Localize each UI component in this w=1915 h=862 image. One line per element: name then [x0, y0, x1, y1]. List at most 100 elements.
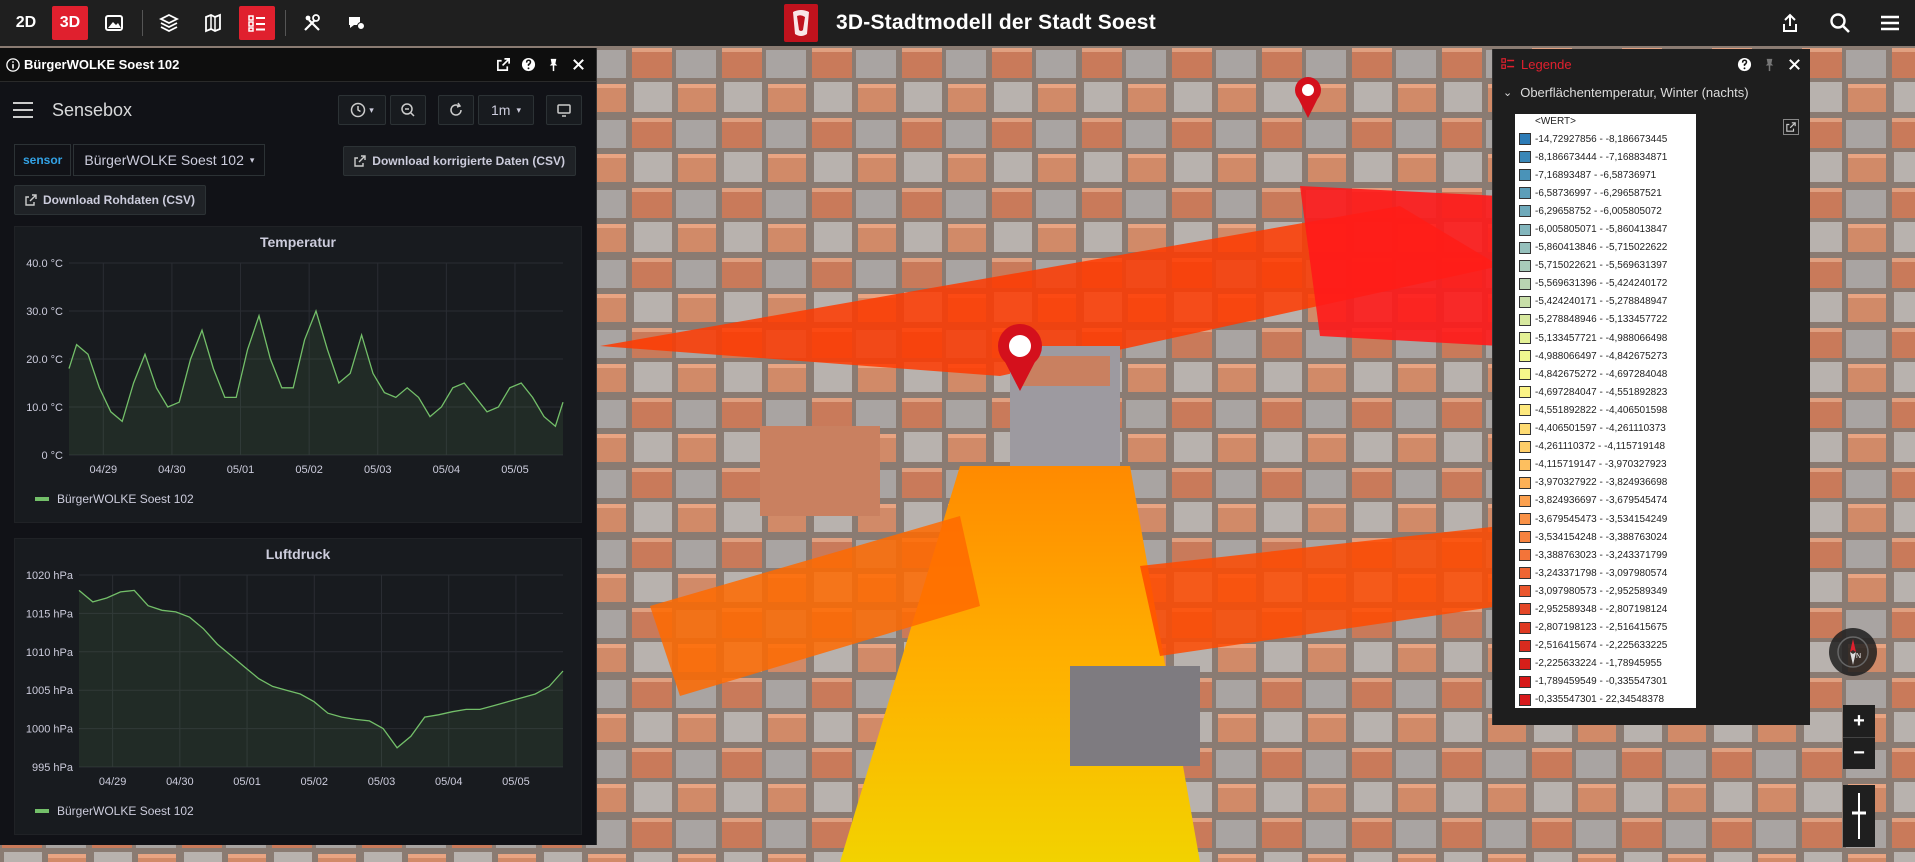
legend-item: -2,225633224 - -1,78945955: [1515, 655, 1696, 673]
compass-control[interactable]: N: [1829, 628, 1877, 676]
legend-item: -2,516415674 - -2,225633225: [1515, 637, 1696, 655]
legend-color-swatch: [1519, 639, 1531, 652]
heat-area-east: [1300, 186, 1500, 346]
refresh-interval-value: 1m: [491, 102, 511, 118]
legend-color-swatch: [1519, 386, 1531, 399]
x-tick-label: 04/30: [158, 464, 186, 476]
legend-header: Legende: [1493, 49, 1810, 79]
legend-color-swatch: [1519, 241, 1531, 254]
variables-bar: sensor BürgerWOLKE Soest 102 ▾ Download …: [0, 138, 596, 182]
pin-icon[interactable]: [1762, 57, 1777, 72]
slider-handle-icon: [1852, 793, 1866, 839]
variable-label: sensor: [14, 144, 72, 176]
legend-color-swatch: [1519, 259, 1531, 272]
temperature-legend[interactable]: BürgerWOLKE Soest 102: [15, 492, 581, 506]
refresh-interval-select[interactable]: 1m ▾: [478, 95, 534, 125]
top-toolbar: 2D 3D 3D-Stadtmodell der Stadt Soest: [0, 0, 1915, 46]
legend-item: -5,860413846 - -5,715022622: [1515, 239, 1696, 257]
pressure-chart[interactable]: 995 hPa 1000 hPa 1005 hPa 1010 hPa 1015 hPa 1…: [15, 567, 581, 799]
legend-item-label: -2,516415674 - -2,225633225: [1535, 640, 1668, 652]
legend-item-label: -7,16893487 - -6,58736971: [1535, 169, 1657, 181]
legend-color-swatch: [1519, 693, 1531, 706]
zoom-out-button[interactable]: [390, 95, 426, 125]
legend-item: -6,005805071 - -5,860413847: [1515, 220, 1696, 238]
tools-icon[interactable]: [294, 6, 330, 40]
3d-mode-button[interactable]: 3D: [52, 6, 88, 40]
legend-color-swatch: [1519, 350, 1531, 363]
sensor-select[interactable]: BürgerWOLKE Soest 102 ▾: [73, 144, 266, 176]
legend-item-label: -3,388763023 - -3,243371799: [1535, 549, 1668, 561]
legend-toggle-icon[interactable]: [239, 6, 275, 40]
close-icon[interactable]: [1787, 57, 1802, 72]
tv-mode-button[interactable]: [546, 95, 582, 125]
zoom-out-icon: [401, 103, 415, 117]
download-raw-button[interactable]: Download Rohdaten (CSV): [14, 185, 206, 215]
window-title: BürgerWOLKE Soest 102: [24, 57, 180, 72]
legend-item-label: -14,72927856 - -8,186673445: [1535, 133, 1668, 145]
help-icon[interactable]: [1737, 57, 1752, 72]
legend-icon: [1501, 58, 1515, 69]
refresh-button[interactable]: [438, 95, 474, 125]
legend-item-label: -2,807198123 - -2,516415675: [1535, 622, 1668, 634]
soest-logo: [784, 4, 818, 42]
legend-item: -5,133457721 - -4,988066498: [1515, 329, 1696, 347]
pin-icon[interactable]: [546, 57, 561, 72]
map-theme-icon[interactable]: [195, 6, 231, 40]
download-corrected-label: Download korrigierte Daten (CSV): [372, 154, 565, 168]
chevron-down-icon: ▾: [369, 104, 374, 115]
search-icon[interactable]: [1815, 0, 1865, 46]
zoom-in-button[interactable]: +: [1843, 705, 1875, 737]
legend-item: -6,29658752 - -6,005805072: [1515, 202, 1696, 220]
info-icon: [6, 57, 20, 72]
close-icon[interactable]: [571, 57, 586, 72]
download-corrected-button[interactable]: Download korrigierte Daten (CSV): [343, 146, 576, 176]
pressure-legend[interactable]: BürgerWOLKE Soest 102: [15, 804, 581, 818]
legend-item: -5,424240171 - -5,278848947: [1515, 293, 1696, 311]
external-link-icon: [1786, 122, 1796, 132]
app-title: 3D-Stadtmodell der Stadt Soest: [836, 11, 1156, 34]
chevron-down-icon: ⌄: [1503, 86, 1513, 99]
2d-mode-button[interactable]: 2D: [8, 6, 44, 40]
legend-item-label: -5,860413846 - -5,715022622: [1535, 242, 1668, 254]
temperature-panel: Temperatur 0 °C 10.0 °C 20.0 °C 30.0 °C 40.0…: [14, 226, 582, 523]
legend-color-swatch: [1519, 151, 1531, 164]
legend-items: -14,72927856 - -8,186673445 -8,186673444 …: [1515, 130, 1696, 709]
legend-color-swatch: [1519, 205, 1531, 218]
legend-color-swatch: [1519, 585, 1531, 598]
download-raw-label: Download Rohdaten (CSV): [43, 193, 195, 207]
legend-item-label: -6,005805071 - -5,860413847: [1535, 224, 1668, 236]
toolbar-divider: [285, 10, 286, 36]
y-tick-label: 40.0 °C: [26, 258, 63, 270]
x-tick-label: 05/05: [501, 464, 529, 476]
legend-item: -4,115719147 - -3,970327923: [1515, 456, 1696, 474]
image-icon[interactable]: [96, 6, 132, 40]
feedback-icon[interactable]: [338, 6, 374, 40]
legend-color-swatch: [1519, 368, 1531, 381]
layers-icon[interactable]: [151, 6, 187, 40]
legend-item-label: -5,569631396 - -5,424240172: [1535, 278, 1668, 290]
temperature-chart[interactable]: 0 °C 10.0 °C 20.0 °C 30.0 °C 40.0 °C 04/29 04/…: [15, 255, 581, 487]
legend-swatch: [35, 497, 49, 501]
external-link-icon[interactable]: [496, 57, 511, 72]
legend-item: -1,789459549 - -0,335547301: [1515, 673, 1696, 691]
legend-color-swatch: [1519, 675, 1531, 688]
y-tick-label: 1015 hPa: [26, 608, 74, 620]
legend-color-swatch: [1519, 277, 1531, 290]
legend-item: -7,16893487 - -6,58736971: [1515, 166, 1696, 184]
legend-item: -5,569631396 - -5,424240172: [1515, 275, 1696, 293]
hamburger-menu-icon[interactable]: [12, 101, 34, 119]
legend-item-label: -4,406501597 - -4,261110373: [1535, 423, 1666, 435]
legend-color-swatch: [1519, 567, 1531, 580]
legend-layer-row[interactable]: ⌄ Oberflächentemperatur, Winter (nachts): [1493, 79, 1810, 105]
tilt-slider[interactable]: [1843, 785, 1875, 847]
legend-item: -4,261110372 - -4,115719148: [1515, 438, 1696, 456]
zoom-out-map-button[interactable]: −: [1843, 737, 1875, 769]
help-icon[interactable]: [521, 57, 536, 72]
toolbar-divider: [142, 10, 143, 36]
menu-icon[interactable]: [1865, 0, 1915, 46]
share-icon[interactable]: [1765, 0, 1815, 46]
legend-color-swatch: [1519, 621, 1531, 634]
time-picker-button[interactable]: ▾: [338, 95, 386, 125]
x-tick-label: 05/02: [301, 776, 329, 788]
legend-open-external-button[interactable]: [1783, 119, 1799, 135]
